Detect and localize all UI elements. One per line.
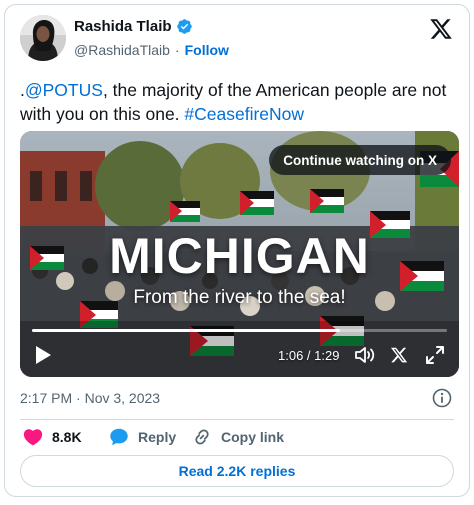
- video-progress-bar[interactable]: [32, 329, 447, 332]
- video-overlay-subtitle: From the river to the sea!: [133, 287, 346, 308]
- author-handle[interactable]: @RashidaTlaib: [74, 42, 170, 58]
- reply-button[interactable]: Reply: [108, 426, 176, 448]
- avatar[interactable]: [20, 15, 66, 61]
- separator-dot: ·: [174, 42, 180, 58]
- x-logo-video-icon[interactable]: [390, 346, 408, 364]
- x-logo-icon[interactable]: [429, 17, 453, 41]
- info-icon[interactable]: [432, 388, 452, 408]
- video-overlay-title: MICHIGAN: [109, 228, 370, 284]
- continue-watching-button[interactable]: Continue watching on X: [269, 145, 451, 175]
- video-progress-fill: [32, 329, 340, 332]
- tweet-text: .@POTUS, the majority of the American pe…: [20, 78, 460, 126]
- reply-label: Reply: [138, 429, 177, 445]
- copy-link-label: Copy link: [221, 429, 285, 445]
- follow-button[interactable]: Follow: [185, 42, 229, 58]
- video-player[interactable]: Continue watching on X MICHIGAN From the…: [20, 131, 459, 377]
- heart-icon: [23, 429, 43, 446]
- mention-link[interactable]: @POTUS: [25, 80, 103, 100]
- like-button[interactable]: 8.8K: [22, 426, 82, 448]
- tweet-timestamp[interactable]: 2:17 PM · Nov 3, 2023: [20, 390, 160, 406]
- link-icon: [195, 429, 209, 445]
- read-replies-button[interactable]: Read 2.2K replies: [20, 455, 454, 487]
- author-name[interactable]: Rashida Tlaib: [74, 18, 172, 35]
- copy-link-button[interactable]: Copy link: [191, 426, 284, 448]
- tweet-card: Rashida Tlaib @RashidaTlaib · Follow .@P…: [4, 4, 470, 497]
- fullscreen-icon[interactable]: [425, 345, 445, 365]
- play-icon[interactable]: [34, 345, 52, 365]
- like-count: 8.8K: [52, 429, 82, 445]
- video-time: 1:06 / 1:29: [278, 348, 340, 363]
- divider: [20, 419, 454, 420]
- reply-bubble-icon: [110, 428, 128, 446]
- verified-badge-icon: [176, 19, 192, 34]
- hashtag-link[interactable]: #CeasefireNow: [184, 104, 304, 124]
- volume-icon[interactable]: [354, 345, 376, 365]
